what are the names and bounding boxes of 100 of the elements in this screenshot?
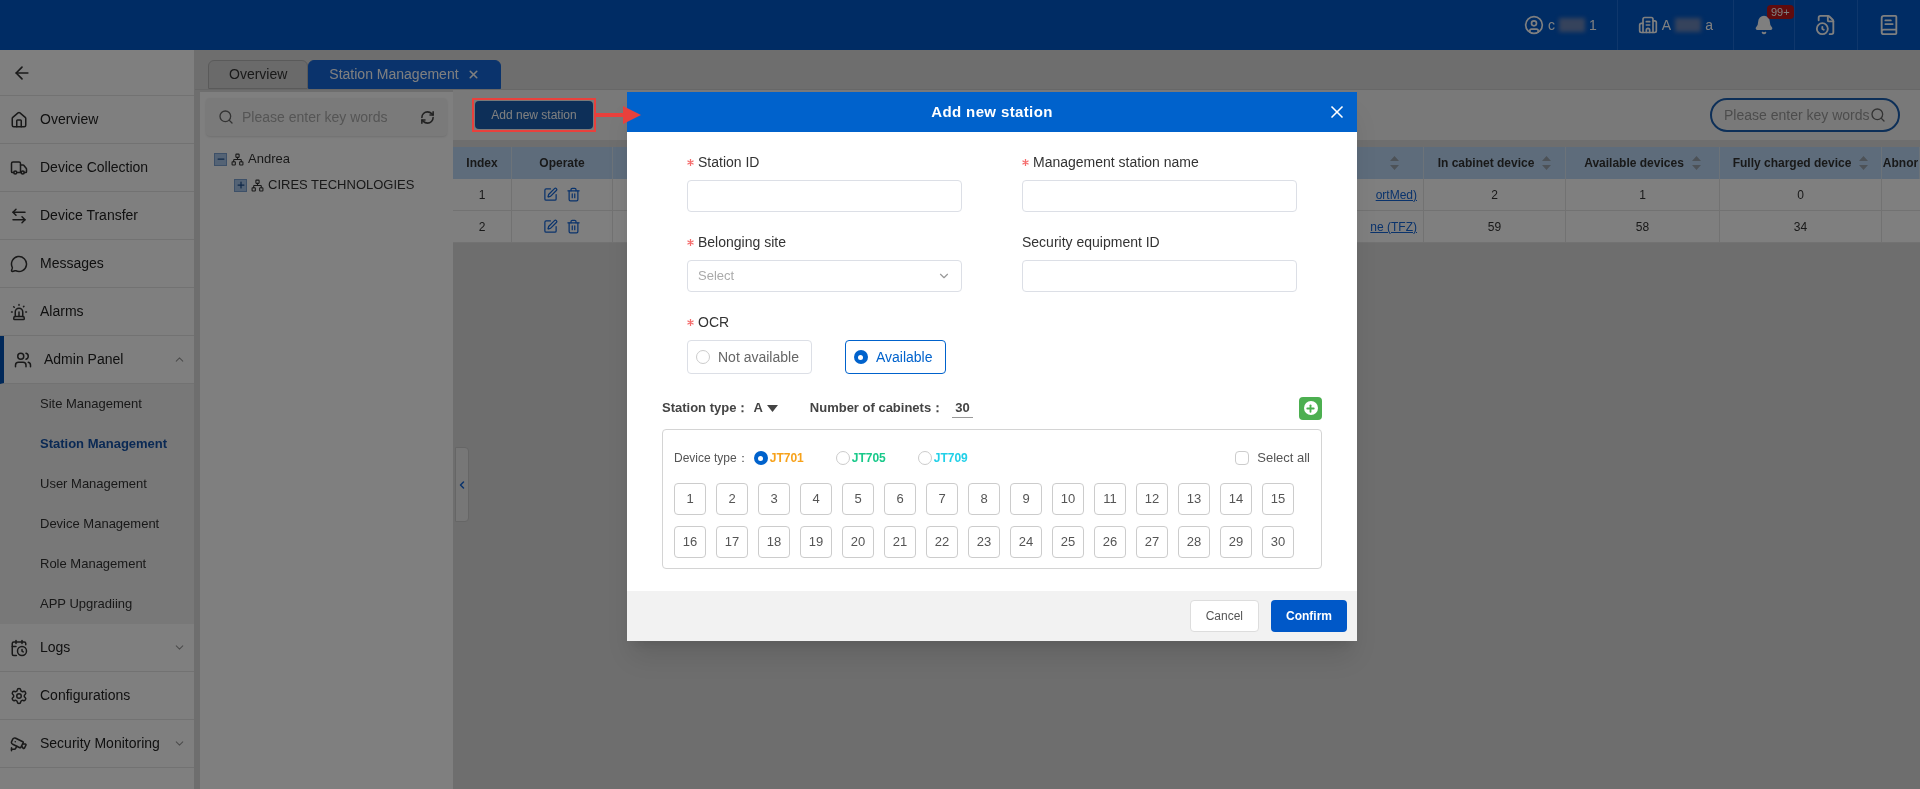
- bell-icon[interactable]: [1754, 15, 1774, 35]
- slot-button[interactable]: 24: [1010, 526, 1042, 558]
- nav-item[interactable]: Overview: [0, 96, 194, 144]
- radio-option[interactable]: Available: [844, 340, 946, 374]
- table-cell: 2: [1424, 179, 1566, 211]
- building-icon[interactable]: [1637, 15, 1658, 35]
- org-name[interactable]: A: [1661, 14, 1672, 36]
- field-label: Station ID: [698, 152, 760, 172]
- slot-button[interactable]: 7: [926, 483, 958, 515]
- submenu-item[interactable]: Site Management: [0, 384, 194, 424]
- table-cell: 0: [1720, 179, 1882, 211]
- cabinets-field[interactable]: 30: [952, 397, 973, 419]
- user-icon[interactable]: [1524, 15, 1545, 35]
- tree-item[interactable]: Andrea: [248, 149, 290, 169]
- slot-button[interactable]: 16: [674, 526, 706, 558]
- refresh-icon[interactable]: [420, 109, 435, 125]
- submenu-item[interactable]: User Management: [0, 464, 194, 504]
- annotation-arrow: [595, 105, 641, 125]
- caret-icon[interactable]: [766, 404, 778, 412]
- toggle-icon[interactable]: [234, 178, 247, 192]
- slot-button[interactable]: 12: [1136, 483, 1168, 515]
- slot-button[interactable]: 1: [674, 483, 706, 515]
- slot-button[interactable]: 2: [716, 483, 748, 515]
- slot-button[interactable]: 13: [1178, 483, 1210, 515]
- station-type-value[interactable]: A: [753, 398, 763, 418]
- slot-button[interactable]: 30: [1262, 526, 1294, 558]
- tree-item[interactable]: CIRES TECHNOLOGIES: [268, 175, 415, 195]
- nav-item[interactable]: Logs: [0, 624, 194, 672]
- cancel-button[interactable]: Cancel: [1189, 600, 1259, 632]
- delete-icon[interactable]: [566, 187, 581, 202]
- slot-button[interactable]: 26: [1094, 526, 1126, 558]
- input-field[interactable]: [1022, 180, 1297, 212]
- slot-button[interactable]: 21: [884, 526, 916, 558]
- dialog-title: Add new station: [931, 101, 1053, 122]
- slot-button[interactable]: 5: [842, 483, 874, 515]
- tab[interactable]: Overview: [208, 60, 309, 89]
- add-station-button[interactable]: Add new station: [475, 101, 593, 129]
- slot-button[interactable]: 17: [716, 526, 748, 558]
- table-cell: 34: [1720, 211, 1882, 243]
- select-all-checkbox[interactable]: Select all: [1235, 448, 1310, 468]
- device-type-label: Device type：: [674, 450, 749, 467]
- settings-icon: [10, 686, 28, 705]
- add-icon[interactable]: [1299, 396, 1322, 420]
- nav-item[interactable]: Security Monitoring: [0, 720, 194, 768]
- edit-icon[interactable]: [543, 219, 558, 234]
- toggle-icon[interactable]: [214, 152, 227, 166]
- slot-button[interactable]: 14: [1220, 483, 1252, 515]
- slot-button[interactable]: 27: [1136, 526, 1168, 558]
- slot-button[interactable]: 10: [1052, 483, 1084, 515]
- table-cell: 59: [1424, 211, 1566, 243]
- slot-button[interactable]: 18: [758, 526, 790, 558]
- user-name[interactable]: 1: [1589, 14, 1597, 36]
- slot-button[interactable]: 25: [1052, 526, 1084, 558]
- book-icon[interactable]: [1878, 14, 1900, 36]
- edit-icon[interactable]: [543, 187, 558, 202]
- nav-item[interactable]: Device Collection: [0, 144, 194, 192]
- slot-button[interactable]: 15: [1262, 483, 1294, 515]
- submenu-item[interactable]: Role Management: [0, 544, 194, 584]
- slot-button[interactable]: 8: [968, 483, 1000, 515]
- input-field[interactable]: [1022, 260, 1297, 292]
- confirm-button[interactable]: Confirm: [1271, 600, 1347, 632]
- slot-button[interactable]: 23: [968, 526, 1000, 558]
- cabinets-label: Number of cabinets：: [809, 399, 945, 418]
- delete-icon[interactable]: [566, 219, 581, 234]
- hierarchy-icon: [251, 178, 264, 192]
- slot-button[interactable]: 22: [926, 526, 958, 558]
- input-field[interactable]: [687, 180, 962, 212]
- table-cell: 2: [453, 211, 512, 243]
- column-header: In cabinet device: [1424, 147, 1566, 179]
- report-icon[interactable]: [1815, 14, 1837, 36]
- nav-item[interactable]: Alarms: [0, 288, 194, 336]
- slot-button[interactable]: 3: [758, 483, 790, 515]
- slot-button[interactable]: 19: [800, 526, 832, 558]
- nav-item[interactable]: Messages: [0, 240, 194, 288]
- field-label: Security equipment ID: [1022, 232, 1160, 252]
- search-icon[interactable]: [1870, 107, 1886, 123]
- close-icon[interactable]: [466, 68, 480, 81]
- submenu-item[interactable]: Device Management: [0, 504, 194, 544]
- submenu-item[interactable]: Station Management: [0, 424, 194, 464]
- hierarchy-icon: [231, 152, 244, 166]
- slot-button[interactable]: 28: [1178, 526, 1210, 558]
- column-header: Operate: [512, 147, 613, 179]
- user-name[interactable]: c: [1548, 14, 1556, 36]
- slot-button[interactable]: 6: [884, 483, 916, 515]
- nav-item[interactable]: Device Transfer: [0, 192, 194, 240]
- transfer-icon: [10, 206, 28, 225]
- users-icon: [14, 350, 32, 369]
- calendar-icon: [10, 638, 28, 657]
- collapse-handle[interactable]: [455, 447, 469, 522]
- slot-button[interactable]: 20: [842, 526, 874, 558]
- slot-button[interactable]: 29: [1220, 526, 1252, 558]
- slot-button[interactable]: 4: [800, 483, 832, 515]
- slot-button[interactable]: 11: [1094, 483, 1126, 515]
- org-name[interactable]: a: [1705, 14, 1713, 36]
- table-cell: [1882, 179, 1920, 211]
- nav-item[interactable]: Configurations: [0, 672, 194, 720]
- slot-button[interactable]: 9: [1010, 483, 1042, 515]
- radio-option[interactable]: Not available: [687, 340, 812, 374]
- search-icon: [218, 109, 234, 125]
- submenu-item[interactable]: APP Upgradiing: [0, 584, 194, 624]
